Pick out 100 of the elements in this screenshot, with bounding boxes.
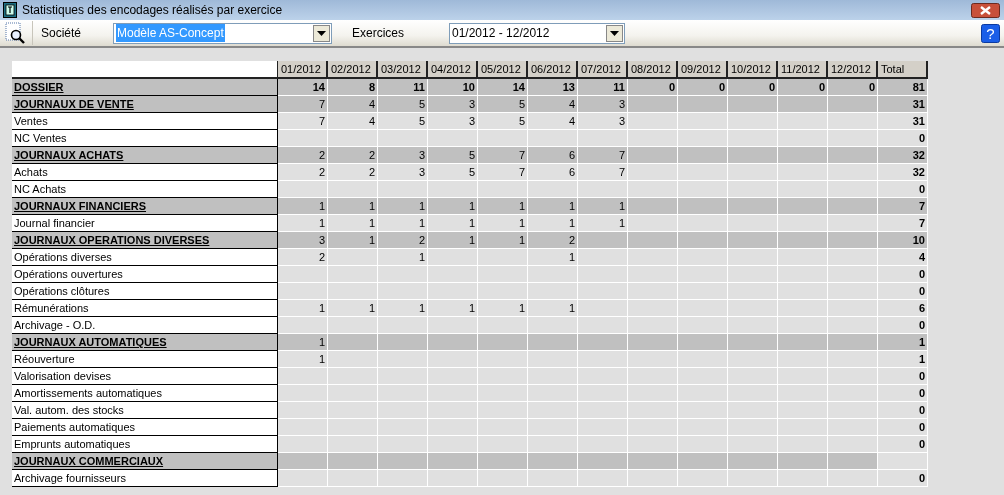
group-label: JOURNAUX COMMERCIAUX (12, 453, 278, 470)
table-cell (628, 402, 678, 419)
table-cell: 6 (528, 164, 578, 181)
column-header: 06/2012 (528, 61, 578, 79)
societe-dropdown[interactable]: Modèle AS-Concept (113, 22, 332, 44)
table-cell (728, 130, 778, 147)
total-cell: 31 (878, 113, 928, 130)
table-cell (628, 283, 678, 300)
table-cell (378, 266, 428, 283)
table-cell (828, 249, 878, 266)
close-icon[interactable] (971, 2, 1000, 18)
table-cell: 8 (328, 79, 378, 96)
total-cell: 0 (878, 385, 928, 402)
window-title: Statistiques des encodages réalisés par exercice (22, 2, 284, 19)
total-cell: 1 (878, 334, 928, 351)
row-label: Archivage fournisseurs (12, 470, 278, 487)
row-label: Paiements automatiques (12, 419, 278, 436)
table-cell (578, 300, 628, 317)
column-header: 04/2012 (428, 61, 478, 79)
table-cell (528, 317, 578, 334)
table-cell (778, 181, 828, 198)
table-cell: 2 (378, 232, 428, 249)
table-cell: 13 (528, 79, 578, 96)
table-cell (678, 351, 728, 368)
table-cell (328, 385, 378, 402)
table-cell (728, 453, 778, 470)
table-cell (678, 283, 728, 300)
dropdown-arrow-icon (317, 30, 326, 36)
table-cell (478, 453, 528, 470)
table-cell (278, 385, 328, 402)
table-cell (378, 181, 428, 198)
table-cell (578, 351, 628, 368)
table-cell (628, 215, 678, 232)
table-cell: 3 (378, 164, 428, 181)
row-label: NC Achats (12, 181, 278, 198)
table-cell (378, 402, 428, 419)
table-cell (328, 283, 378, 300)
table-cell (628, 181, 678, 198)
total-cell: 0 (878, 130, 928, 147)
table-cell (478, 249, 528, 266)
table-cell (628, 198, 678, 215)
table-cell (828, 283, 878, 300)
table-cell (528, 283, 578, 300)
table-cell: 5 (378, 113, 428, 130)
table-cell: 1 (478, 198, 528, 215)
row-label: Val. autom. des stocks (12, 402, 278, 419)
help-icon[interactable]: ? (981, 23, 1000, 43)
table-cell: 7 (278, 113, 328, 130)
table-cell (578, 283, 628, 300)
table-cell (628, 147, 678, 164)
table-cell (328, 470, 378, 487)
table-cell: 1 (378, 300, 428, 317)
table-cell (328, 317, 378, 334)
table-cell: 3 (578, 113, 628, 130)
table-cell (728, 385, 778, 402)
table-cell (678, 181, 728, 198)
total-cell: 0 (878, 470, 928, 487)
table-cell (428, 351, 478, 368)
table-cell: 1 (478, 215, 528, 232)
table-cell (428, 419, 478, 436)
table-cell: 0 (828, 79, 878, 96)
table-cell (478, 368, 528, 385)
table-cell (278, 181, 328, 198)
table-cell (528, 402, 578, 419)
table-cell: 1 (578, 215, 628, 232)
table-cell (578, 334, 628, 351)
column-header: Total (878, 61, 928, 79)
column-header: 12/2012 (828, 61, 878, 79)
preview-icon[interactable] (4, 22, 26, 44)
table-cell (378, 436, 428, 453)
column-header: 01/2012 (278, 61, 328, 79)
table-cell (578, 385, 628, 402)
table-cell (828, 368, 878, 385)
column-header: 02/2012 (328, 61, 378, 79)
table-cell (478, 419, 528, 436)
total-cell: 0 (878, 181, 928, 198)
total-cell: 0 (878, 266, 928, 283)
table-cell: 10 (428, 79, 478, 96)
table-cell (778, 198, 828, 215)
exercices-dropdown[interactable]: 01/2012 - 12/2012 (449, 22, 625, 44)
table-cell (328, 351, 378, 368)
table-cell (828, 402, 878, 419)
table-cell (378, 317, 428, 334)
table-cell (828, 164, 878, 181)
table-cell (728, 334, 778, 351)
table-cell (478, 351, 528, 368)
table-cell (728, 436, 778, 453)
table-cell: 5 (428, 147, 478, 164)
table-cell (828, 317, 878, 334)
table-cell (678, 368, 728, 385)
table-cell: 4 (528, 113, 578, 130)
table-cell (328, 266, 378, 283)
table-cell (628, 164, 678, 181)
table-cell (578, 266, 628, 283)
table-cell (828, 130, 878, 147)
table-cell (278, 436, 328, 453)
total-cell: 31 (878, 96, 928, 113)
table-cell (728, 368, 778, 385)
table-cell (678, 147, 728, 164)
table-cell (728, 470, 778, 487)
